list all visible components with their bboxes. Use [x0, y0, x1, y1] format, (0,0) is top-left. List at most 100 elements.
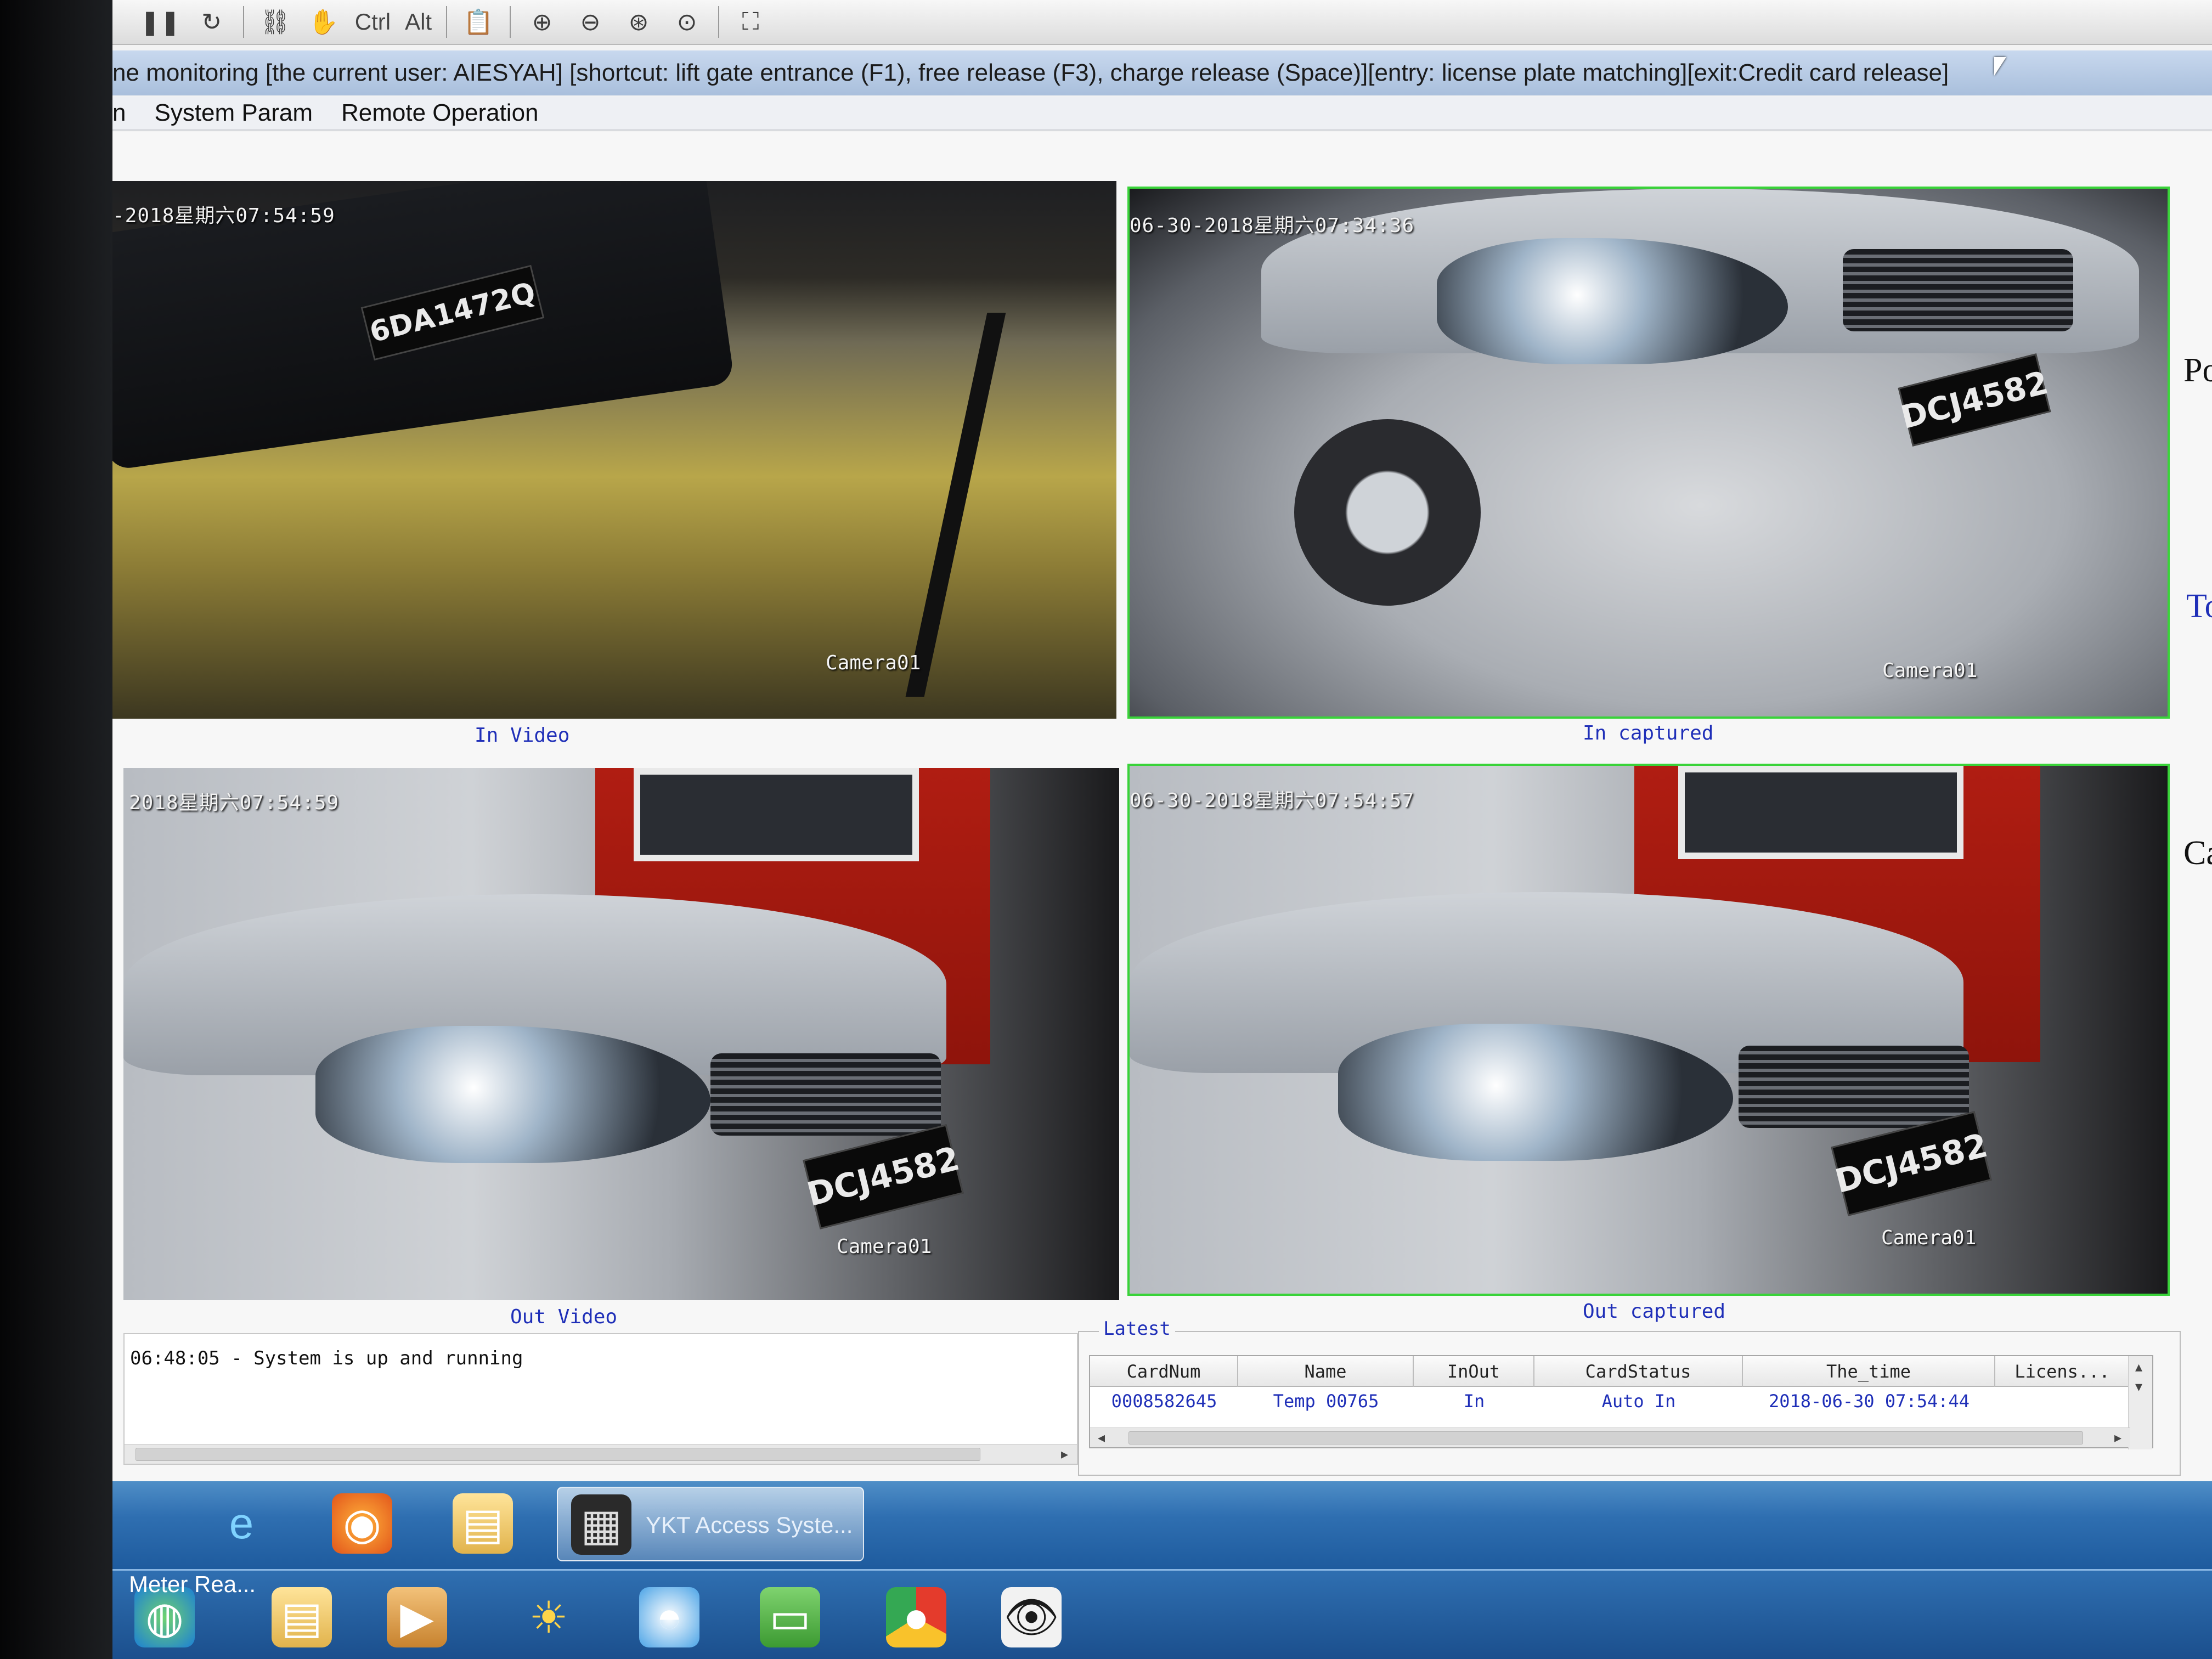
toolbar-separator [242, 6, 244, 38]
window-icon[interactable]: ▭ [760, 1587, 820, 1647]
refresh-icon[interactable]: ↻ [195, 5, 229, 39]
table-vertical-scrollbar[interactable]: ▴ ▾ [2128, 1356, 2152, 1449]
column-header-cardstatus[interactable]: CardStatus [1534, 1356, 1743, 1387]
cell-name: Temp 00765 [1273, 1391, 1379, 1412]
hand-icon[interactable]: ✋ [307, 5, 341, 39]
zoom-in-icon[interactable]: ⊕ [525, 5, 559, 39]
toolbar-separator [446, 6, 448, 38]
sun-icon[interactable]: ☀ [518, 1587, 579, 1647]
table-horizontal-scrollbar[interactable]: ◂ ▸ [1090, 1427, 2130, 1447]
out-captured-caption: Out captured [1583, 1300, 1726, 1323]
in-captured-caption: In captured [1583, 722, 1714, 744]
side-label-ca: Ca [2183, 834, 2212, 872]
cell-cardnum: 0008582645 [1111, 1391, 1217, 1412]
link-icon[interactable]: ⛓ [258, 5, 292, 39]
camera-timestamp: -2018星期六07:54:59 [112, 205, 335, 227]
grille [710, 1053, 941, 1136]
grille [1843, 249, 2073, 331]
camera-timestamp: 2018星期六07:54:59 [129, 792, 340, 814]
fullscreen-icon[interactable]: ⛶ [733, 5, 768, 39]
ctrl-button[interactable]: Ctrl [355, 9, 391, 35]
pause-icon[interactable]: ❚❚ [140, 5, 180, 39]
scrollbar-thumb[interactable] [136, 1448, 980, 1461]
calculator-icon: ▦ [571, 1494, 631, 1555]
clipboard-icon[interactable]: 📋 [461, 5, 495, 39]
toolbar-separator [718, 6, 720, 38]
table-header: CardNum Name InOut CardStatus The_time L… [1090, 1356, 2152, 1387]
toolbar-separator [510, 6, 511, 38]
app-screen: ❚❚ ↻ ⛓ ✋ Ctrl Alt 📋 ⊕ ⊖ ⊛ ⊙ ⛶ ne monitor… [112, 0, 2212, 1659]
window-title: ne monitoring [the current user: AIESYAH… [112, 59, 1949, 86]
cell-license [1995, 1387, 2130, 1415]
camera-label: Camera01 [1882, 659, 1978, 682]
camera-label: Camera01 [837, 1235, 932, 1258]
scrollbar-thumb[interactable] [1128, 1431, 2083, 1444]
column-header-inout[interactable]: InOut [1414, 1356, 1534, 1387]
camera-label: Camera01 [826, 652, 921, 674]
secondary-taskbar: ◍ ▤ ▶ ☀ ◓ ▭ ● 👁 [112, 1569, 2212, 1659]
cell-inout: In [1463, 1391, 1485, 1412]
booth-window [1678, 766, 1963, 859]
scroll-up-icon[interactable]: ▴ [2135, 1358, 2142, 1375]
side-label-po: Po [2183, 352, 2212, 389]
out-video-caption: Out Video [510, 1306, 618, 1328]
scroll-down-icon[interactable]: ▾ [2135, 1378, 2142, 1395]
latest-legend: Latest [1099, 1318, 1175, 1340]
license-plate: DCJ4582 [803, 1124, 964, 1229]
taskbar-app-label: YKT Access Syste... [646, 1512, 853, 1538]
alt-button[interactable]: Alt [405, 9, 432, 35]
license-plate: DCJ4582 [1897, 353, 2052, 447]
column-header-time[interactable]: The_time [1743, 1356, 1995, 1387]
meter-reader-label: Meter Rea... [129, 1571, 256, 1597]
table-row[interactable]: 0008582645 Temp 00765 In Auto In 2018-06… [1090, 1387, 2152, 1415]
mouse-cursor-icon [1994, 57, 2006, 76]
menu-item-system-param[interactable]: System Param [154, 99, 313, 127]
camera-timestamp: 06-30-2018星期六07:54:57 [1130, 789, 1415, 812]
zoom-out-icon[interactable]: ⊖ [573, 5, 607, 39]
in-video-panel[interactable]: 6DA1472Q -2018星期六07:54:59 Camera01 [112, 181, 1116, 719]
scroll-left-icon[interactable]: ◂ [1098, 1429, 1105, 1446]
in-captured-panel[interactable]: DCJ4582 06-30-2018星期六07:34:36 Camera01 [1127, 187, 2170, 719]
folder-icon[interactable]: ▤ [272, 1587, 332, 1647]
side-label-to: To [2186, 588, 2212, 625]
internet-explorer-icon[interactable]: e [211, 1493, 272, 1554]
menu-item-remote-operation[interactable]: Remote Operation [341, 99, 539, 127]
file-explorer-icon[interactable]: ▤ [453, 1493, 513, 1554]
zoom-fit-icon[interactable]: ⊛ [622, 5, 656, 39]
latest-table[interactable]: CardNum Name InOut CardStatus The_time L… [1089, 1355, 2153, 1449]
latest-group: Latest CardNum Name InOut CardStatus The… [1078, 1318, 2181, 1476]
car-wheel [1294, 419, 1481, 606]
media-icon[interactable]: ▶ [387, 1587, 447, 1647]
monitor-bezel [0, 0, 112, 1659]
toolbar: ❚❚ ↻ ⛓ ✋ Ctrl Alt 📋 ⊕ ⊖ ⊛ ⊙ ⛶ [112, 0, 2212, 45]
grille [1739, 1046, 1969, 1128]
menu-bar: n System Param Remote Operation [112, 97, 2212, 131]
zoom-actual-icon[interactable]: ⊙ [670, 5, 704, 39]
cell-time: 2018-06-30 07:54:44 [1768, 1391, 1970, 1412]
booth-window [634, 768, 919, 861]
cell-cardstatus: Auto In [1601, 1391, 1676, 1412]
taskbar: e ◉ ▤ ▦ YKT Access Syste... [112, 1481, 2212, 1569]
column-header-cardnum[interactable]: CardNum [1090, 1356, 1238, 1387]
scroll-right-icon[interactable]: ▸ [2114, 1429, 2121, 1446]
out-video-panel[interactable]: DCJ4582 2018星期六07:54:59 Camera01 [123, 768, 1119, 1300]
in-video-caption: In Video [475, 724, 570, 747]
scroll-right-icon[interactable]: ▸ [1061, 1446, 1068, 1463]
eye-app-icon[interactable]: 👁 [1001, 1587, 1062, 1647]
monitoring-area: 6DA1472Q -2018星期六07:54:59 Camera01 In Vi… [112, 132, 2212, 1481]
camera-timestamp: 06-30-2018星期六07:34:36 [1130, 215, 1415, 237]
log-horizontal-scrollbar[interactable]: ▸ [125, 1444, 1077, 1464]
chrome-icon[interactable]: ● [886, 1587, 946, 1647]
firefox-icon[interactable]: ◉ [332, 1493, 392, 1554]
column-header-name[interactable]: Name [1238, 1356, 1414, 1387]
log-entry: 06:48:05 - System is up and running [130, 1347, 523, 1369]
column-header-license[interactable]: Licens... [1995, 1356, 2130, 1387]
taskbar-active-app[interactable]: ▦ YKT Access Syste... [557, 1487, 864, 1561]
menu-item-partial[interactable]: n [112, 99, 126, 127]
pole-shadow [905, 313, 1006, 697]
camera-label: Camera01 [1881, 1227, 1977, 1249]
out-captured-panel[interactable]: DCJ4582 06-30-2018星期六07:54:57 Camera01 [1127, 764, 2170, 1296]
network-icon[interactable]: ◓ [639, 1587, 699, 1647]
system-log[interactable]: 06:48:05 - System is up and running ▸ [123, 1333, 1078, 1465]
window-title-bar: ne monitoring [the current user: AIESYAH… [112, 50, 2212, 95]
